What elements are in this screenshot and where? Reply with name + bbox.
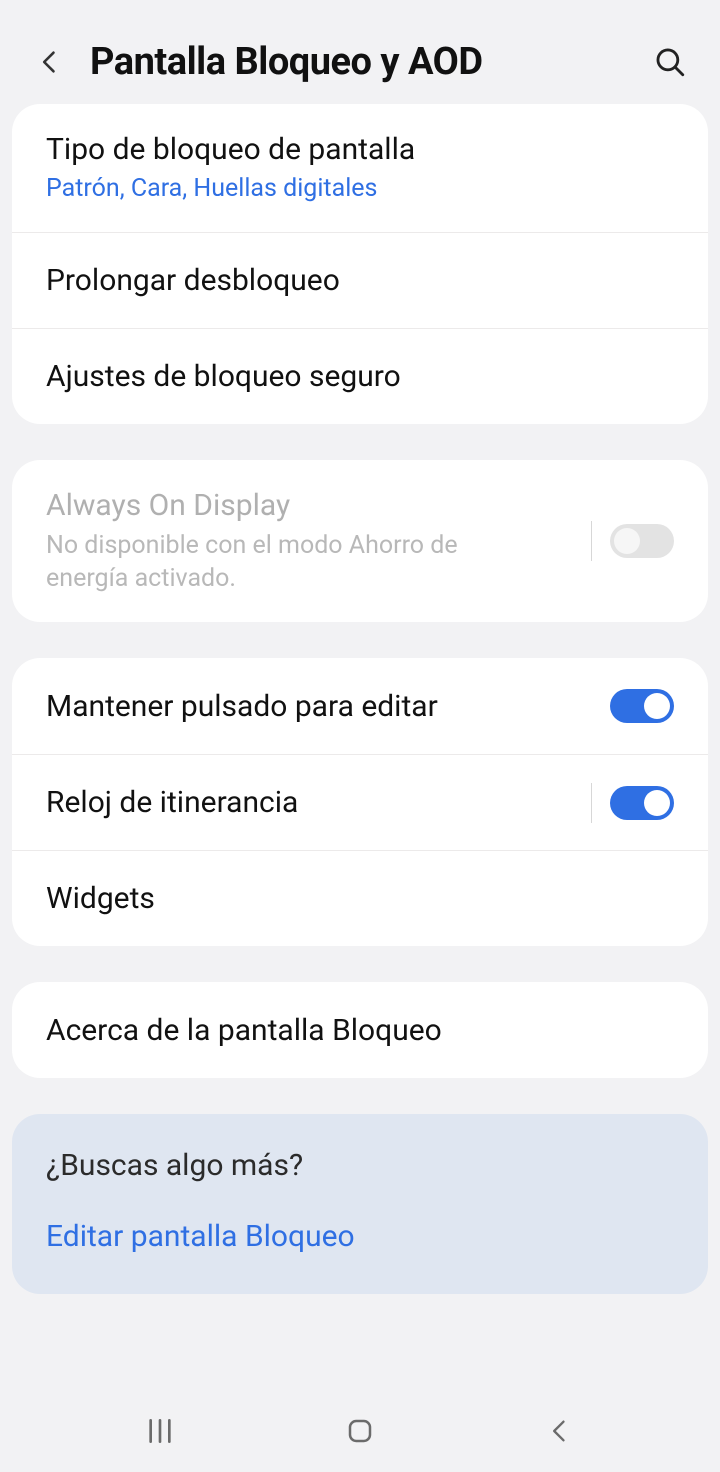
back-button[interactable] bbox=[28, 40, 72, 84]
group-about: Acerca de la pantalla Bloqueo bbox=[12, 982, 708, 1078]
aod-toggle bbox=[610, 524, 674, 558]
extend-unlock-title: Prolongar desbloqueo bbox=[46, 261, 674, 300]
suggestion-link[interactable]: Editar pantalla Bloqueo bbox=[46, 1219, 674, 1254]
home-icon bbox=[345, 1416, 375, 1446]
row-roaming-clock[interactable]: Reloj de itinerancia bbox=[12, 754, 708, 850]
secure-lock-title: Ajustes de bloqueo seguro bbox=[46, 357, 674, 396]
separator bbox=[591, 521, 592, 561]
aod-subtitle: No disponible con el modo Ahorro de ener… bbox=[46, 529, 546, 597]
suggestion-card: ¿Buscas algo más? Editar pantalla Bloque… bbox=[12, 1114, 708, 1294]
nav-recents-button[interactable] bbox=[130, 1401, 190, 1461]
search-icon bbox=[653, 45, 687, 79]
row-lock-type[interactable]: Tipo de bloqueo de pantalla Patrón, Cara… bbox=[12, 104, 708, 232]
lock-type-subtitle: Patrón, Cara, Huellas digitales bbox=[46, 173, 674, 206]
widgets-title: Widgets bbox=[46, 879, 674, 918]
nav-back-button[interactable] bbox=[530, 1401, 590, 1461]
recents-icon bbox=[144, 1415, 176, 1447]
nav-home-button[interactable] bbox=[330, 1401, 390, 1461]
chevron-left-icon bbox=[36, 48, 64, 76]
page-title: Pantalla Bloqueo y AOD bbox=[90, 40, 648, 84]
hold-to-edit-title: Mantener pulsado para editar bbox=[46, 687, 610, 726]
chevron-left-icon bbox=[546, 1417, 574, 1445]
lock-type-title: Tipo de bloqueo de pantalla bbox=[46, 130, 674, 169]
row-hold-to-edit[interactable]: Mantener pulsado para editar bbox=[12, 658, 708, 754]
row-extend-unlock[interactable]: Prolongar desbloqueo bbox=[12, 232, 708, 328]
roaming-clock-toggle[interactable] bbox=[610, 786, 674, 820]
row-secure-lock[interactable]: Ajustes de bloqueo seguro bbox=[12, 328, 708, 424]
hold-to-edit-toggle[interactable] bbox=[610, 689, 674, 723]
suggestion-question: ¿Buscas algo más? bbox=[46, 1148, 674, 1183]
separator bbox=[591, 783, 592, 823]
row-about[interactable]: Acerca de la pantalla Bloqueo bbox=[12, 982, 708, 1078]
row-aod: Always On Display No disponible con el m… bbox=[12, 460, 708, 623]
group-aod: Always On Display No disponible con el m… bbox=[12, 460, 708, 623]
header: Pantalla Bloqueo y AOD bbox=[0, 0, 720, 104]
group-lock-settings: Tipo de bloqueo de pantalla Patrón, Cara… bbox=[12, 104, 708, 424]
group-display-options: Mantener pulsado para editar Reloj de it… bbox=[12, 658, 708, 946]
system-navbar bbox=[0, 1390, 720, 1472]
aod-title: Always On Display bbox=[46, 486, 581, 525]
roaming-clock-title: Reloj de itinerancia bbox=[46, 783, 581, 822]
about-title: Acerca de la pantalla Bloqueo bbox=[46, 1011, 674, 1050]
row-widgets[interactable]: Widgets bbox=[12, 850, 708, 946]
search-button[interactable] bbox=[648, 40, 692, 84]
